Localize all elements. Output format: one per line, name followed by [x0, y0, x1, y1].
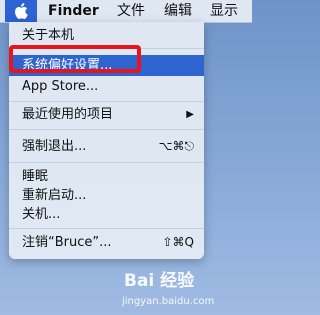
menubar-app-name[interactable]: Finder — [48, 0, 99, 22]
watermark-brand: Bai 经验 — [124, 266, 194, 291]
menu-item-log-out[interactable]: 注销“Bruce”... ⇧⌘Q — [9, 232, 204, 253]
menubar-item-edit[interactable]: 编辑 — [164, 0, 192, 22]
menu-item-app-store[interactable]: App Store... — [9, 76, 204, 97]
menu-item-label: 重新启动... — [22, 188, 87, 203]
menu-item-recent-items[interactable]: 最近使用的项目 ▶ — [9, 104, 204, 125]
menu-separator — [9, 228, 204, 229]
menu-item-about-this-mac[interactable]: 关于本机 — [9, 25, 204, 46]
menu-item-sleep[interactable]: 睡眠 — [9, 166, 204, 187]
menu-item-force-quit[interactable]: 强制退出... ⌥⌘⎋ — [9, 136, 204, 157]
menu-item-label: 关机... — [22, 207, 61, 222]
menu-item-shortcut: ⌥⌘⎋ — [158, 139, 194, 153]
menu-item-label: 注销“Bruce”... — [22, 235, 112, 250]
menu-bar: Finder 文件 编辑 显示 — [0, 0, 252, 23]
menubar-item-view[interactable]: 显示 — [210, 0, 238, 22]
watermark-url: jingyan.baidu.com — [122, 296, 215, 307]
menu-separator — [9, 129, 204, 130]
baidu-jingyan-watermark: Bai 经验 jingyan.baidu.com — [122, 266, 244, 314]
menu-item-label: 睡眠 — [22, 169, 49, 184]
highlight-annotation-box — [9, 45, 141, 73]
menubar-item-file[interactable]: 文件 — [117, 0, 145, 22]
apple-icon — [15, 3, 28, 19]
apple-menu-button[interactable] — [5, 0, 37, 22]
menu-item-label: 关于本机 — [22, 28, 75, 43]
menu-item-restart[interactable]: 重新启动... — [9, 185, 204, 206]
chevron-right-icon: ▶ — [186, 109, 194, 120]
menu-item-label: 强制退出... — [22, 139, 87, 154]
menu-separator — [9, 101, 204, 102]
menu-item-label: 最近使用的项目 — [22, 107, 114, 122]
watermark-brand-text: Bai 经验 — [124, 271, 195, 291]
menu-item-shut-down[interactable]: 关机... — [9, 204, 204, 225]
menu-separator — [9, 162, 204, 163]
menu-item-label: App Store... — [22, 79, 99, 94]
menu-item-shortcut: ⇧⌘Q — [162, 235, 195, 249]
